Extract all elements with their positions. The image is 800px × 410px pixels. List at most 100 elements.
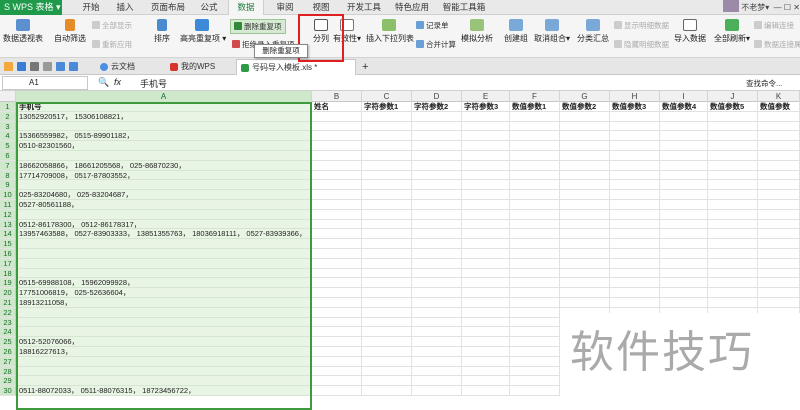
- cell-j[interactable]: [708, 248, 758, 259]
- undo-icon[interactable]: [56, 62, 65, 71]
- highlight-duplicates-button[interactable]: 高亮重复项 ▾: [180, 19, 226, 44]
- cell-a[interactable]: 13052920517， 15306108821，: [16, 111, 312, 122]
- cell-c[interactable]: [362, 317, 412, 328]
- cell-k[interactable]: [758, 141, 800, 151]
- cell-k[interactable]: [758, 170, 800, 181]
- cell-i[interactable]: [660, 141, 708, 151]
- cell-f[interactable]: [510, 356, 560, 367]
- column-header-i[interactable]: I: [660, 91, 708, 102]
- cell-e[interactable]: [462, 248, 510, 259]
- row-header[interactable]: 15: [0, 239, 16, 249]
- record-sheet-button[interactable]: 记录单: [416, 20, 449, 31]
- cell-a[interactable]: [16, 356, 312, 367]
- cell-a[interactable]: [16, 121, 312, 132]
- cell-i[interactable]: 数值参数4: [660, 102, 708, 112]
- cell-k[interactable]: [758, 121, 800, 132]
- cell-b[interactable]: [312, 346, 362, 357]
- row-header[interactable]: 9: [0, 180, 16, 191]
- cell-i[interactable]: [660, 278, 708, 289]
- column-header-h[interactable]: H: [610, 91, 660, 102]
- cell-c[interactable]: [362, 229, 412, 240]
- row-header[interactable]: 2: [0, 111, 16, 122]
- cell-h[interactable]: [610, 150, 660, 161]
- cell-i[interactable]: [660, 268, 708, 279]
- refresh-all-button[interactable]: 全部刷新▾: [712, 19, 752, 44]
- cell-b[interactable]: [312, 121, 362, 132]
- tab-my-wps[interactable]: 我的WPS: [166, 59, 215, 75]
- cell-k[interactable]: [758, 258, 800, 269]
- cell-j[interactable]: [708, 199, 758, 210]
- cell-e[interactable]: [462, 386, 510, 396]
- cell-f[interactable]: [510, 219, 560, 230]
- cell-f[interactable]: [510, 121, 560, 132]
- cell-b[interactable]: [312, 229, 362, 240]
- row-header[interactable]: 19: [0, 278, 16, 289]
- cell-e[interactable]: [462, 209, 510, 220]
- cell-k[interactable]: [758, 160, 800, 171]
- cell-h[interactable]: [610, 209, 660, 220]
- cell-f[interactable]: [510, 376, 560, 387]
- row-header[interactable]: 30: [0, 386, 16, 396]
- cell-h[interactable]: [610, 239, 660, 249]
- cell-c[interactable]: [362, 180, 412, 191]
- cell-e[interactable]: [462, 131, 510, 142]
- cell-f[interactable]: [510, 239, 560, 249]
- cell-b[interactable]: [312, 317, 362, 328]
- cell-a[interactable]: [16, 248, 312, 259]
- cell-i[interactable]: [660, 248, 708, 259]
- cell-c[interactable]: 字符参数1: [362, 102, 412, 112]
- autofilter-button[interactable]: 自动筛选: [50, 19, 90, 44]
- cell-b[interactable]: [312, 141, 362, 151]
- cell-a[interactable]: [16, 150, 312, 161]
- row-header[interactable]: 29: [0, 376, 16, 387]
- row-header[interactable]: 8: [0, 170, 16, 181]
- show-detail-button[interactable]: 显示明细数据: [614, 20, 669, 31]
- cell-e[interactable]: [462, 297, 510, 308]
- cell-d[interactable]: [412, 317, 462, 328]
- menu-tab-insert[interactable]: 插入: [110, 0, 140, 15]
- cell-j[interactable]: [708, 288, 758, 298]
- row-header[interactable]: 21: [0, 297, 16, 308]
- cell-b[interactable]: [312, 327, 362, 338]
- cell-b[interactable]: [312, 366, 362, 377]
- cell-a[interactable]: 15366559982， 0515-89901182，: [16, 131, 312, 142]
- cell-e[interactable]: [462, 307, 510, 318]
- cell-c[interactable]: [362, 150, 412, 161]
- cell-h[interactable]: [610, 190, 660, 200]
- cell-a[interactable]: [16, 209, 312, 220]
- cell-c[interactable]: [362, 268, 412, 279]
- cell-f[interactable]: [510, 317, 560, 328]
- cell-e[interactable]: [462, 170, 510, 181]
- column-header-c[interactable]: C: [362, 91, 412, 102]
- cell-j[interactable]: [708, 180, 758, 191]
- cell-a[interactable]: 17751006819， 025-52636604，: [16, 288, 312, 298]
- menu-tab-view[interactable]: 视图: [306, 0, 336, 15]
- tab-cloud-docs[interactable]: 云文档: [96, 59, 135, 75]
- cell-f[interactable]: [510, 190, 560, 200]
- cell-a[interactable]: 13957463588， 0527-83903333， 13851355763，…: [16, 229, 312, 240]
- cell-f[interactable]: [510, 278, 560, 289]
- merge-calc-button[interactable]: 合并计算: [416, 39, 456, 50]
- cell-j[interactable]: [708, 229, 758, 240]
- cell-f[interactable]: [510, 258, 560, 269]
- cell-h[interactable]: [610, 199, 660, 210]
- cell-d[interactable]: [412, 209, 462, 220]
- column-header-b[interactable]: B: [312, 91, 362, 102]
- cell-a[interactable]: [16, 180, 312, 191]
- cell-b[interactable]: [312, 278, 362, 289]
- window-buttons[interactable]: — ☐ ✕: [774, 3, 800, 12]
- cell-k[interactable]: [758, 229, 800, 240]
- cell-a[interactable]: 手机号: [16, 102, 312, 112]
- cell-f[interactable]: [510, 131, 560, 142]
- column-header-e[interactable]: E: [462, 91, 510, 102]
- cell-h[interactable]: [610, 258, 660, 269]
- column-header-f[interactable]: F: [510, 91, 560, 102]
- cell-a[interactable]: 18816227613，: [16, 346, 312, 357]
- row-header[interactable]: 12: [0, 209, 16, 220]
- cell-e[interactable]: [462, 258, 510, 269]
- row-header[interactable]: 5: [0, 141, 16, 151]
- cell-e[interactable]: [462, 219, 510, 230]
- cell-h[interactable]: [610, 219, 660, 230]
- cell-i[interactable]: [660, 229, 708, 240]
- cell-d[interactable]: [412, 327, 462, 338]
